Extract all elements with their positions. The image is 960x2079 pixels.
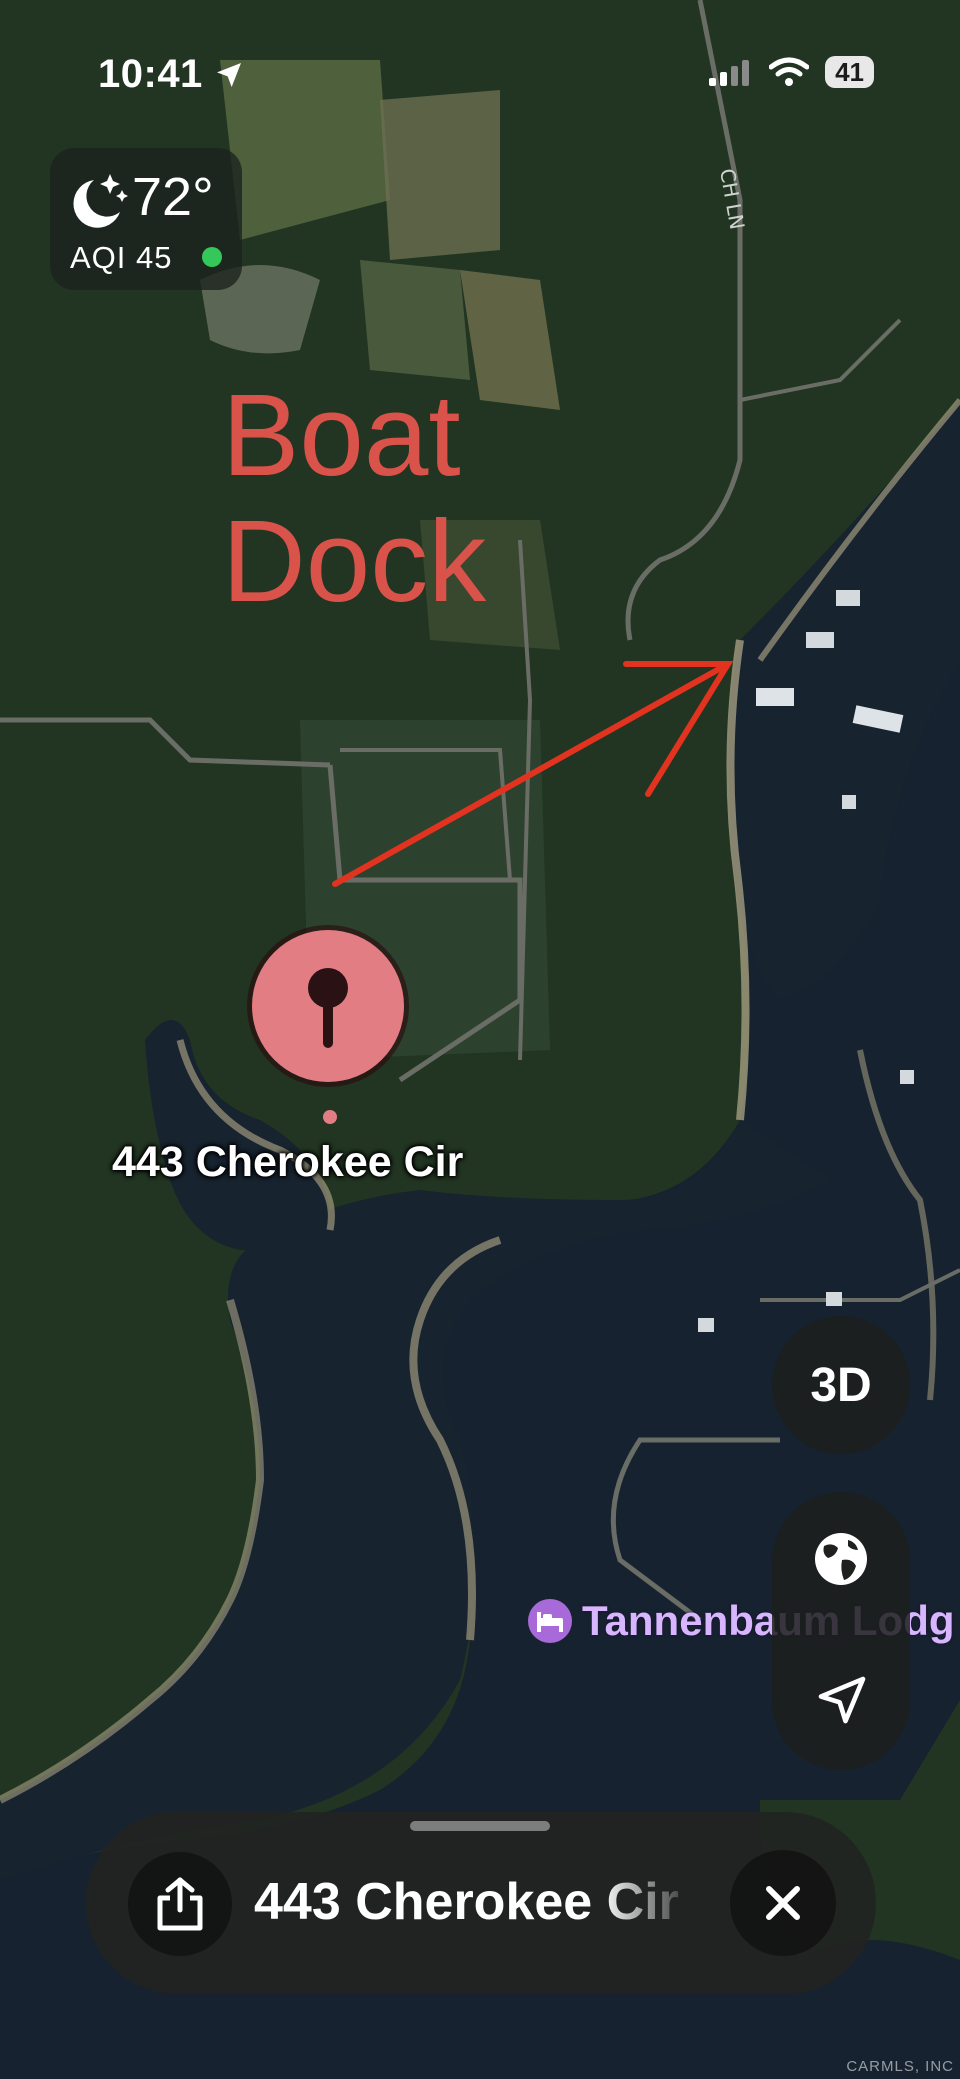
wifi-icon bbox=[769, 57, 810, 86]
aqi-text: AQI 45 bbox=[70, 240, 173, 275]
pin-location-dot bbox=[323, 1110, 337, 1124]
aqi-status-dot bbox=[202, 247, 222, 267]
share-button[interactable] bbox=[128, 1852, 232, 1956]
place-title: 443 Cherokee Cir bbox=[254, 1873, 679, 1931]
close-button[interactable] bbox=[730, 1850, 836, 1956]
weather-widget[interactable]: 72° AQI 45 bbox=[50, 148, 242, 290]
share-icon bbox=[157, 1877, 203, 1931]
satellite-map[interactable]: CH LN bbox=[0, 0, 960, 2079]
moon-stars-icon bbox=[73, 174, 128, 228]
location-arrow-icon[interactable] bbox=[814, 1672, 870, 1728]
annotation-line-1: Boat bbox=[222, 370, 461, 500]
sheet-grabber[interactable] bbox=[410, 1821, 550, 1831]
close-icon bbox=[766, 1886, 800, 1920]
map-controls bbox=[772, 1492, 910, 1770]
status-time: 10:41 bbox=[98, 52, 245, 97]
bed-icon bbox=[528, 1599, 572, 1643]
cellular-signal-icon bbox=[709, 60, 750, 86]
status-indicators: 41 bbox=[709, 56, 874, 88]
pin-icon bbox=[308, 968, 348, 1048]
3d-toggle-button[interactable]: 3D bbox=[772, 1316, 910, 1454]
annotation-line-2: Dock bbox=[222, 496, 487, 626]
battery-indicator: 41 bbox=[825, 56, 874, 88]
pin-label[interactable]: 443 Cherokee Cir bbox=[112, 1138, 463, 1187]
boat-dock-annotation: Boat Dock bbox=[222, 372, 486, 624]
location-services-icon bbox=[216, 62, 241, 87]
watermark: CARMLS, INC bbox=[846, 2058, 954, 2075]
map-pin[interactable] bbox=[252, 930, 404, 1082]
clock-text: 10:41 bbox=[98, 52, 203, 96]
temperature-text: 72° bbox=[132, 167, 214, 227]
globe-icon[interactable] bbox=[812, 1530, 870, 1588]
